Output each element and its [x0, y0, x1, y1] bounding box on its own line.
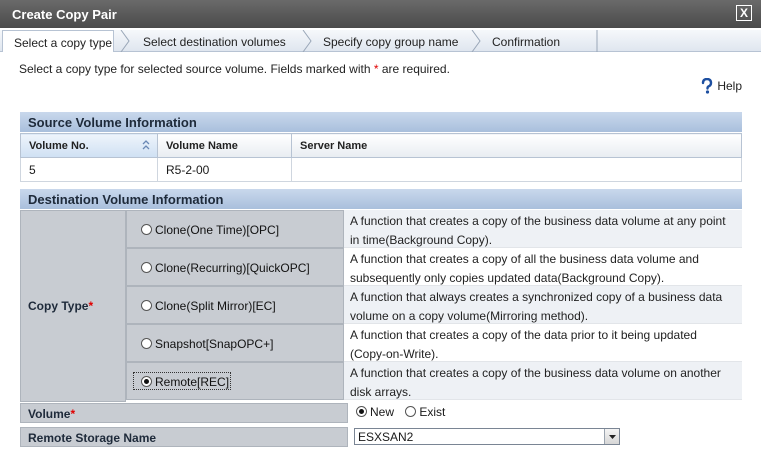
- radio-icon[interactable]: [141, 262, 152, 273]
- copy-type-option-row: Clone(Split Mirror)[EC] A function that …: [126, 286, 742, 324]
- dialog-title: Create Copy Pair: [12, 7, 117, 22]
- table-row[interactable]: 5 R5-2-00: [20, 157, 742, 182]
- radio-selected-icon[interactable]: [141, 376, 152, 387]
- source-volume-table: Volume No. Volume Name Server Name 5 R5-…: [20, 133, 742, 182]
- help-label: Help: [717, 79, 742, 93]
- radio-icon[interactable]: [141, 300, 152, 311]
- copy-type-description: A function that creates a copy of the bu…: [344, 362, 742, 400]
- remote-storage-label: Remote Storage Name: [20, 427, 348, 447]
- destination-volume-header: Destination Volume Information: [20, 189, 742, 209]
- step-separator-icon: [471, 30, 481, 52]
- wizard-steps: Select a copy type Select destination vo…: [0, 30, 761, 52]
- sort-icon: [142, 140, 150, 150]
- remote-storage-row: Remote Storage Name ESXSAN2: [20, 427, 742, 447]
- column-header-volume-no[interactable]: Volume No.: [20, 133, 158, 158]
- step-select-destination-volumes[interactable]: Select destination volumes: [143, 30, 286, 52]
- dropdown-arrow-icon[interactable]: [604, 429, 619, 444]
- cell-server-name: [291, 157, 742, 182]
- copy-type-description: A function that always creates a synchro…: [344, 286, 742, 324]
- step-specify-copy-group-name[interactable]: Specify copy group name: [323, 30, 458, 52]
- question-mark-icon: [702, 78, 713, 94]
- volume-choice: New Exist: [348, 403, 742, 423]
- radio-new[interactable]: [356, 406, 367, 417]
- volume-new-label[interactable]: New: [370, 405, 394, 419]
- copy-type-option-ec[interactable]: Clone(Split Mirror)[EC]: [126, 286, 344, 324]
- step-separator-icon: [302, 30, 312, 52]
- copy-type-description: A function that creates a copy of the da…: [344, 324, 742, 362]
- step-separator-icon: [596, 30, 598, 52]
- cell-volume-no: 5: [20, 157, 158, 182]
- radio-icon[interactable]: [141, 338, 152, 349]
- source-volume-header: Source Volume Information: [20, 112, 742, 132]
- copy-type-option-row: Snapshot[SnapOPC+] A function that creat…: [126, 324, 742, 362]
- copy-type-option-row: Clone(Recurring)[QuickOPC] A function th…: [126, 248, 742, 286]
- required-marker: *: [70, 407, 76, 421]
- copy-type-description: A function that creates a copy of the bu…: [344, 210, 742, 248]
- copy-type-option-row: Remote[REC] A function that creates a co…: [126, 362, 742, 400]
- copy-type-description: A function that creates a copy of all th…: [344, 248, 742, 286]
- copy-type-option-quickopc[interactable]: Clone(Recurring)[QuickOPC]: [126, 248, 344, 286]
- copy-type-option-opc[interactable]: Clone(One Time)[OPC]: [126, 210, 344, 248]
- volume-label: Volume*: [20, 403, 348, 423]
- volume-row: Volume* New Exist: [20, 403, 742, 423]
- step-separator-icon: [120, 30, 130, 52]
- close-button[interactable]: X: [736, 5, 752, 21]
- instruction-text: Select a copy type for selected source v…: [19, 62, 450, 76]
- help-link[interactable]: Help: [700, 78, 742, 94]
- required-marker: *: [373, 62, 379, 76]
- step-confirmation[interactable]: Confirmation: [492, 30, 560, 52]
- copy-type-option-snapopc[interactable]: Snapshot[SnapOPC+]: [126, 324, 344, 362]
- step-select-copy-type[interactable]: Select a copy type: [2, 30, 114, 52]
- copy-type-option-rec[interactable]: Remote[REC]: [126, 362, 344, 400]
- copy-type-label: Copy Type*: [20, 210, 126, 402]
- radio-icon[interactable]: [141, 224, 152, 235]
- column-header-volume-name[interactable]: Volume Name: [157, 133, 292, 158]
- remote-storage-value: ESXSAN2: [358, 430, 414, 444]
- cell-volume-name: R5-2-00: [157, 157, 292, 182]
- copy-type-option-row: Clone(One Time)[OPC] A function that cre…: [126, 210, 742, 248]
- required-marker: *: [88, 299, 94, 313]
- radio-exist[interactable]: [405, 406, 417, 417]
- remote-storage-select[interactable]: ESXSAN2: [354, 428, 620, 445]
- volume-exist-label[interactable]: Exist: [419, 405, 445, 419]
- dialog-title-bar: Create Copy Pair X: [0, 0, 761, 28]
- column-header-server-name[interactable]: Server Name: [291, 133, 742, 158]
